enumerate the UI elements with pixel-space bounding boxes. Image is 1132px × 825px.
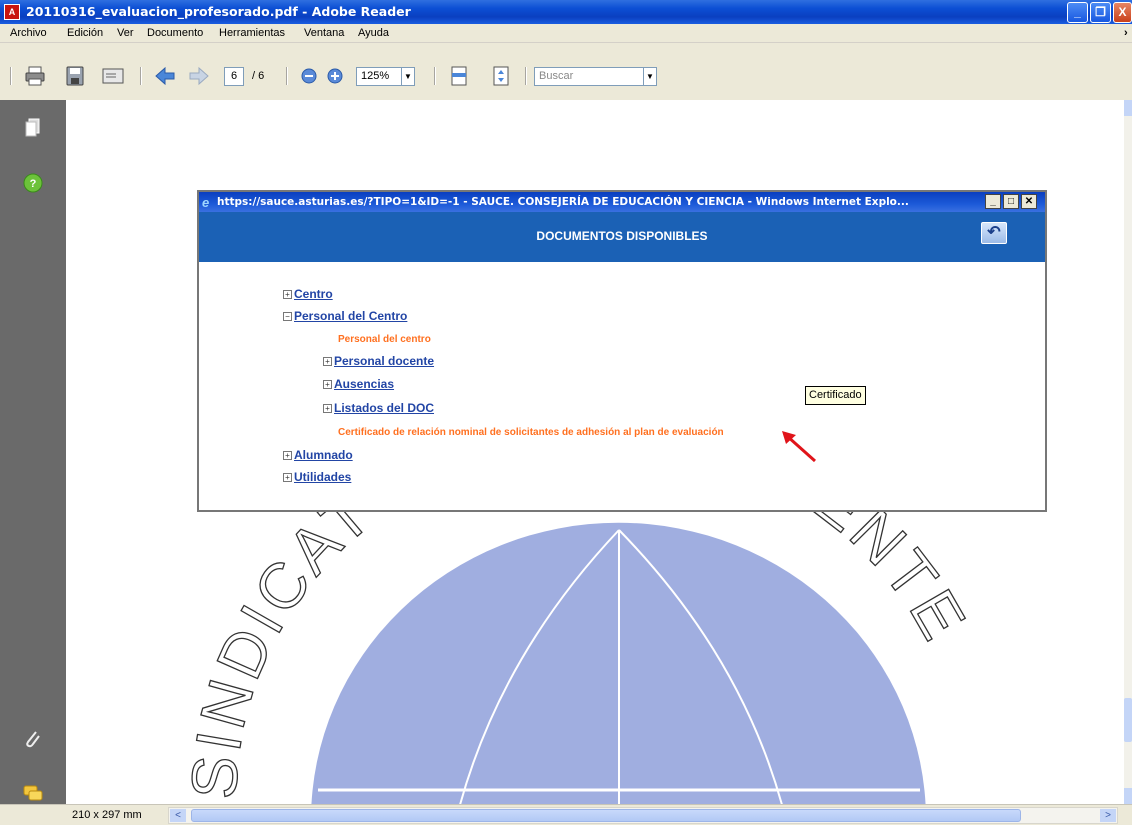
page-size-label: 210 x 297 mm xyxy=(72,809,142,821)
tree-item-centro[interactable]: + Centro xyxy=(283,287,336,301)
ie-close-button[interactable]: ✕ xyxy=(1021,194,1037,209)
horizontal-scroll-thumb[interactable] xyxy=(191,809,1021,822)
scroll-up-icon[interactable] xyxy=(1124,100,1132,116)
tree-item-personal-centro[interactable]: − Personal del Centro xyxy=(283,309,411,323)
menu-ayuda[interactable]: Ayuda xyxy=(358,27,389,39)
ie-title-bar: e https://sauce.asturias.es/?TIPO=1&ID=-… xyxy=(199,192,1045,212)
menu-overflow-icon[interactable]: › xyxy=(1124,27,1128,39)
expand-icon[interactable]: + xyxy=(323,404,332,414)
scroll-right-icon[interactable]: > xyxy=(1100,809,1116,822)
search-dropdown-icon[interactable]: ▼ xyxy=(644,67,657,86)
collapse-icon[interactable]: − xyxy=(283,312,292,322)
ie-page-header: DOCUMENTOS DISPONIBLES ↶ xyxy=(199,212,1045,262)
adobe-reader-icon: A xyxy=(4,4,20,20)
menu-herramientas[interactable]: Herramientas xyxy=(219,27,285,39)
expand-icon[interactable]: + xyxy=(283,290,292,300)
menu-ver[interactable]: Ver xyxy=(117,27,134,39)
personal-centro-description: Personal del centro xyxy=(338,334,431,345)
scroll-down-icon[interactable] xyxy=(1124,788,1132,804)
pages-icon[interactable] xyxy=(22,117,44,139)
toolbar: 6 / 6 125% ▼ Buscar ▼ xyxy=(0,43,1132,100)
scroll-left-icon[interactable]: < xyxy=(170,809,186,822)
expand-icon[interactable]: + xyxy=(323,357,332,367)
certificado-link[interactable]: Certificado de relación nominal de solic… xyxy=(338,427,724,438)
page-heading: DOCUMENTOS DISPONIBLES xyxy=(536,229,708,243)
close-button[interactable]: X xyxy=(1113,2,1132,23)
internet-explorer-icon: e xyxy=(202,195,210,210)
attachments-icon[interactable] xyxy=(22,728,44,750)
vertical-scrollbar[interactable] xyxy=(1124,100,1132,804)
window-title: 20110316_evaluacion_profesorado.pdf - Ad… xyxy=(26,4,411,19)
red-arrow-icon xyxy=(782,431,816,463)
horizontal-scrollbar[interactable]: < > xyxy=(168,807,1118,824)
ie-maximize-button[interactable]: □ xyxy=(1003,194,1019,209)
navigation-panel: ? xyxy=(0,100,66,804)
menu-bar: Archivo Edición Ver Documento Herramient… xyxy=(0,24,1132,43)
toolbar-separator xyxy=(286,67,288,85)
embedded-ie-window: e https://sauce.asturias.es/?TIPO=1&ID=-… xyxy=(197,190,1047,512)
restore-button[interactable]: ❐ xyxy=(1090,2,1111,23)
page-number-input[interactable]: 6 xyxy=(224,67,244,86)
help-icon[interactable]: ? xyxy=(22,172,44,194)
save-icon[interactable] xyxy=(64,66,86,86)
toolbar-grip xyxy=(10,67,12,85)
window-title-bar: A 20110316_evaluacion_profesorado.pdf - … xyxy=(0,0,1132,24)
status-bar: 210 x 297 mm < > xyxy=(0,804,1132,825)
tooltip: Certificado xyxy=(805,386,866,405)
expand-icon[interactable]: + xyxy=(283,473,292,483)
tree-item-alumnado[interactable]: + Alumnado xyxy=(283,448,356,462)
toolbar-separator xyxy=(434,67,436,85)
menu-edicion[interactable]: Edición xyxy=(67,27,103,39)
fit-width-icon[interactable] xyxy=(448,66,470,86)
vertical-scroll-thumb[interactable] xyxy=(1124,698,1132,742)
page-total-label: / 6 xyxy=(252,70,265,82)
zoom-dropdown-icon[interactable]: ▼ xyxy=(402,67,415,86)
comments-icon[interactable] xyxy=(22,782,44,804)
ie-window-title: https://sauce.asturias.es/?TIPO=1&ID=-1 … xyxy=(217,196,909,208)
minimize-button[interactable]: _ xyxy=(1067,2,1088,23)
svg-text:?: ? xyxy=(30,178,37,190)
expand-icon[interactable]: + xyxy=(283,451,292,461)
ie-minimize-button[interactable]: _ xyxy=(985,194,1001,209)
tree-item-personal-docente[interactable]: + Personal docente xyxy=(323,354,437,368)
expand-icon[interactable]: + xyxy=(323,380,332,390)
back-arrow-icon[interactable]: ↶ xyxy=(981,222,1007,244)
toolbar-separator xyxy=(140,67,142,85)
next-page-icon[interactable] xyxy=(188,66,210,86)
document-page: SINDICATO INDEPENDIENTE e https://sauce.… xyxy=(66,100,1124,804)
zoom-in-icon[interactable] xyxy=(324,66,346,86)
print-icon[interactable] xyxy=(24,66,46,86)
menu-ventana[interactable]: Ventana xyxy=(304,27,344,39)
zoom-out-icon[interactable] xyxy=(298,66,320,86)
tree-item-listados-doc[interactable]: + Listados del DOC xyxy=(323,401,434,415)
email-icon[interactable] xyxy=(102,66,124,86)
toolbar-separator xyxy=(525,67,527,85)
zoom-level-field[interactable]: 125% xyxy=(356,67,402,86)
menu-documento[interactable]: Documento xyxy=(147,27,203,39)
tree-item-ausencias[interactable]: + Ausencias xyxy=(323,377,397,391)
tree-item-utilidades[interactable]: + Utilidades xyxy=(283,470,355,484)
menu-archivo[interactable]: Archivo xyxy=(10,27,47,39)
search-input[interactable]: Buscar xyxy=(534,67,644,86)
fit-page-icon[interactable] xyxy=(490,66,512,86)
previous-page-icon[interactable] xyxy=(154,66,176,86)
